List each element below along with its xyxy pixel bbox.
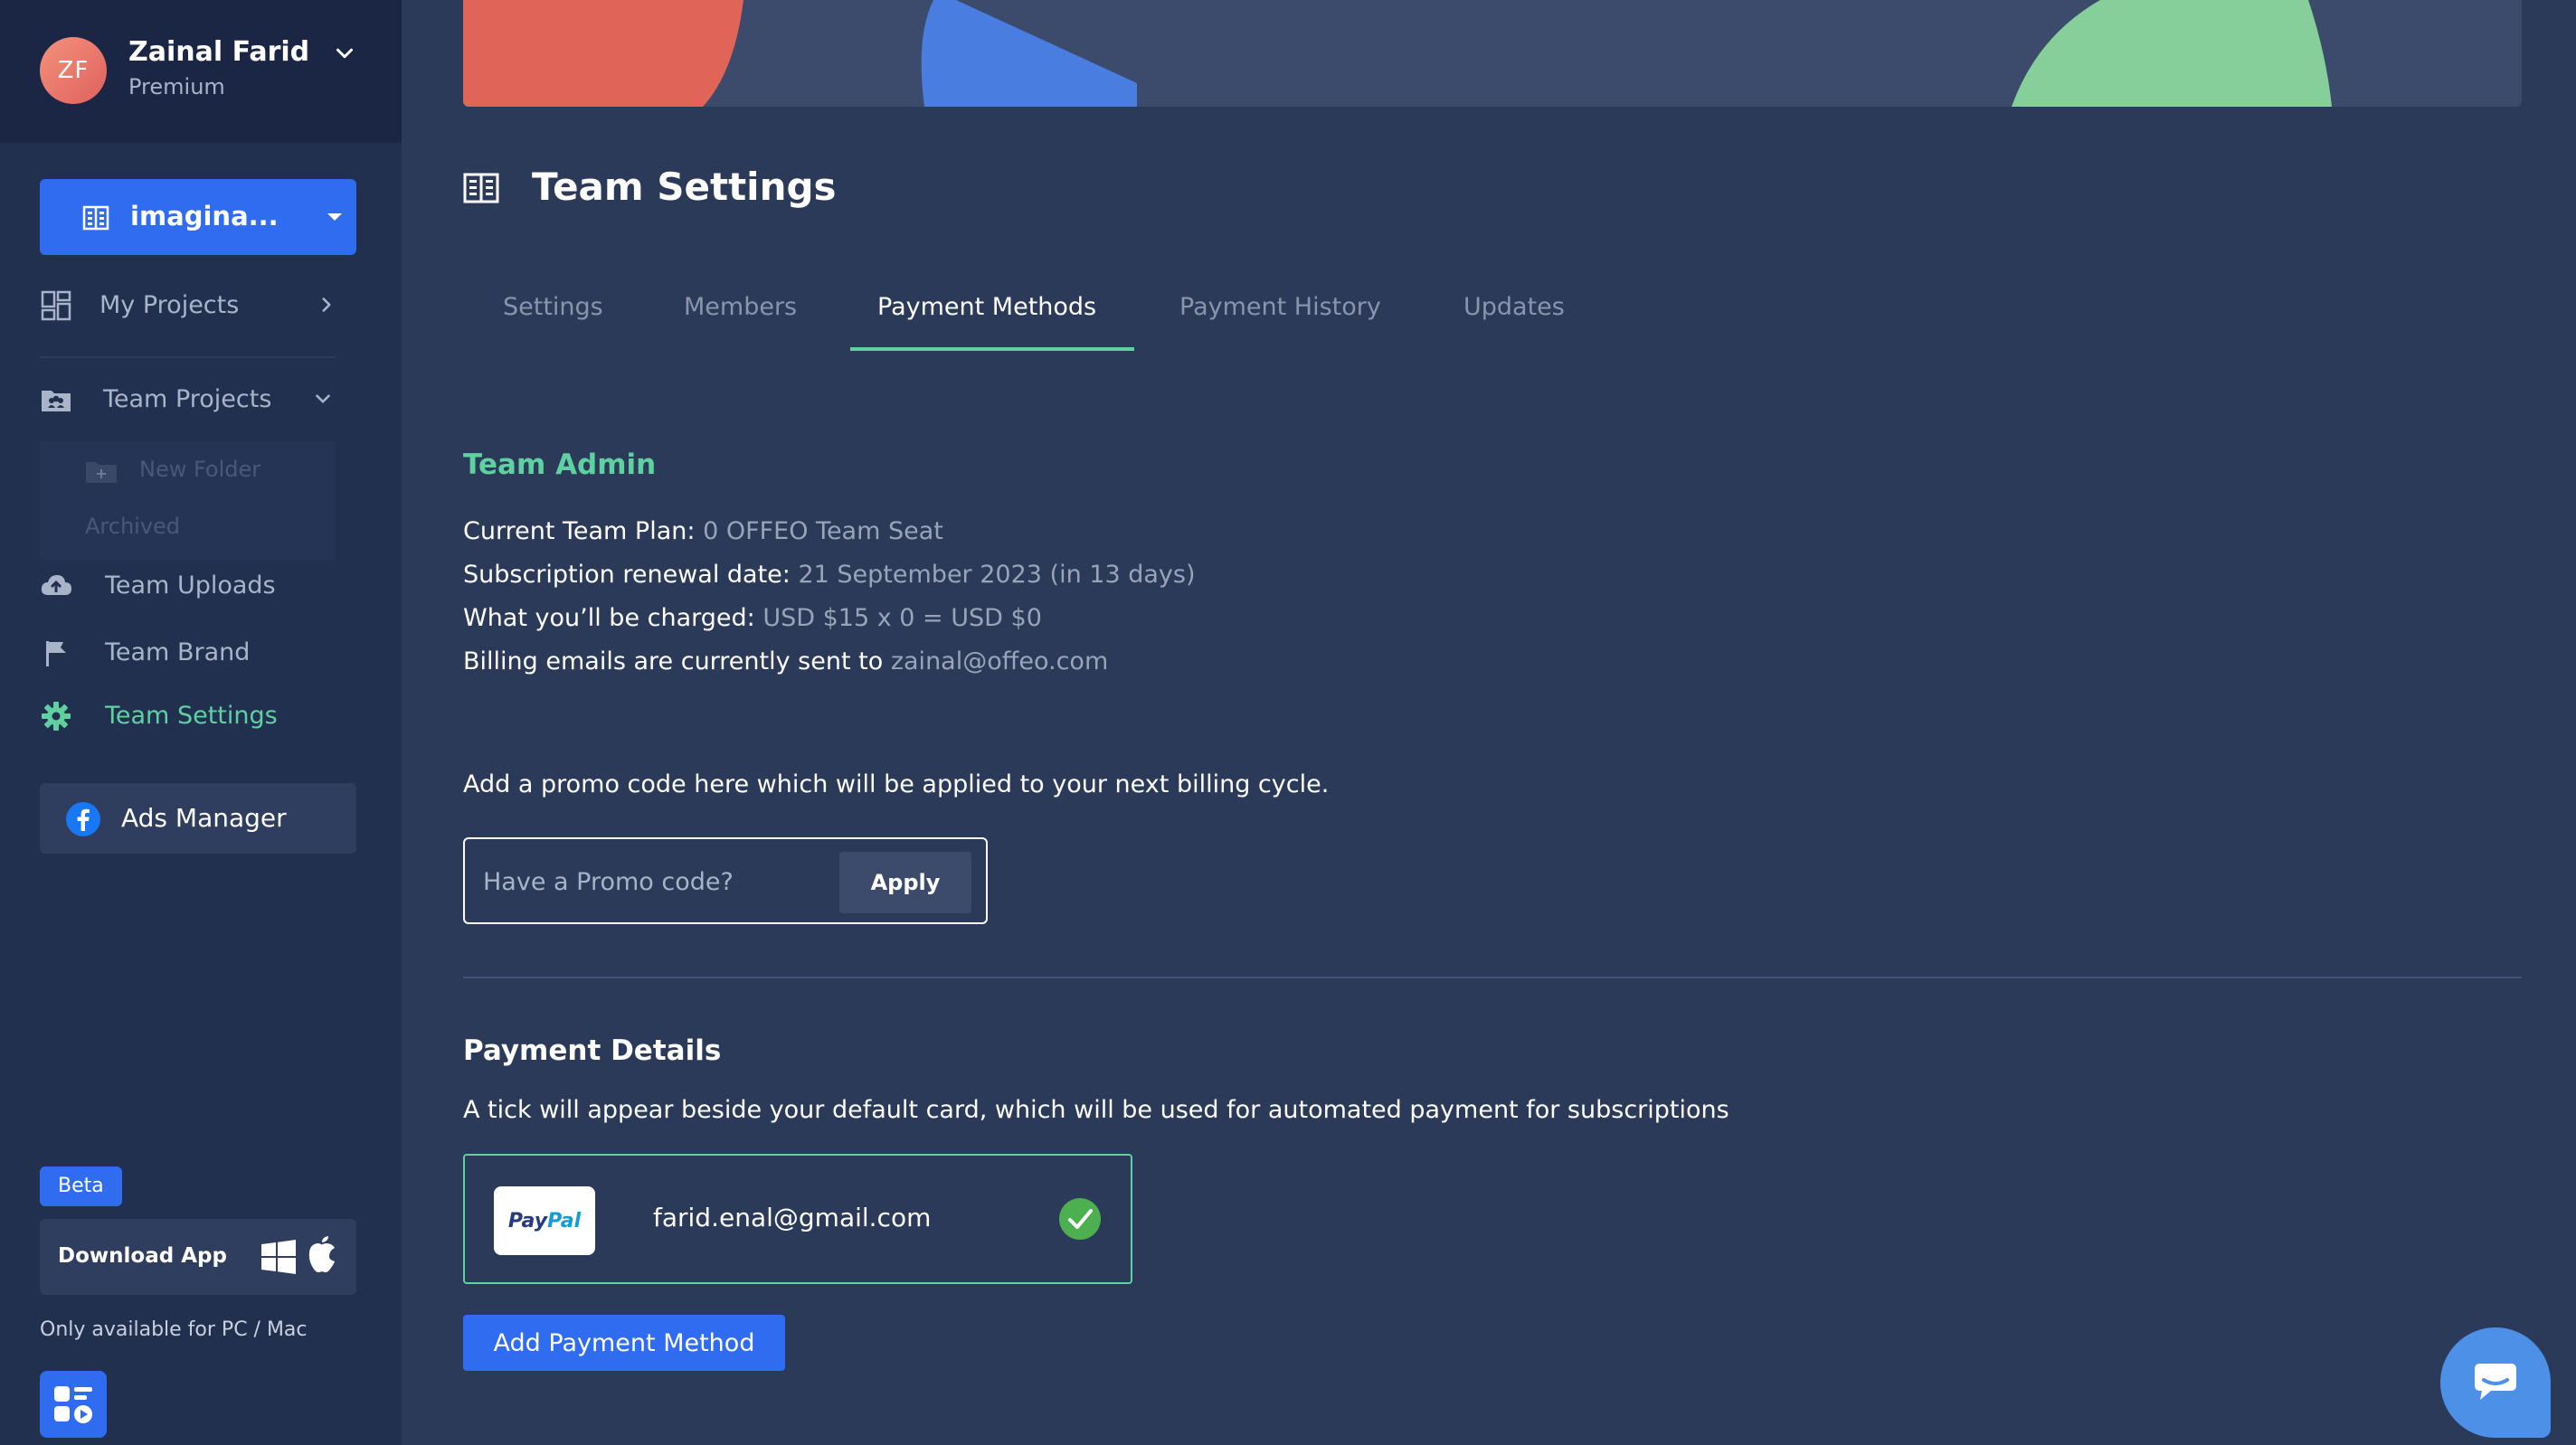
sidebar-item-label: Team Settings bbox=[105, 702, 278, 730]
beta-badge: Beta bbox=[40, 1166, 122, 1206]
default-check-icon bbox=[1059, 1198, 1101, 1240]
renewal-date-label: Subscription renewal date: bbox=[463, 561, 791, 589]
profile-plan: Premium bbox=[128, 74, 225, 99]
sidebar-item-my-projects[interactable]: My Projects bbox=[40, 280, 356, 331]
charge-line: What you’ll be charged: USD $15 x 0 = US… bbox=[463, 604, 1042, 632]
add-payment-method-button[interactable]: Add Payment Method bbox=[463, 1315, 785, 1371]
payment-details-description: A tick will appear beside your default c… bbox=[463, 1096, 1729, 1124]
promo-description: Add a promo code here which will be appl… bbox=[463, 770, 1330, 798]
workspace-selector-button[interactable]: imagina... bbox=[40, 179, 356, 255]
charge-value: USD $15 x 0 = USD $0 bbox=[762, 604, 1042, 632]
apps-button[interactable] bbox=[40, 1371, 107, 1438]
chevron-down-icon[interactable] bbox=[311, 387, 335, 411]
billing-email-line: Billing emails are currently sent to zai… bbox=[463, 647, 1108, 675]
flag-icon bbox=[46, 641, 66, 666]
tab-members[interactable]: Members bbox=[684, 293, 797, 321]
payment-method-card[interactable]: Pay Pal farid.enal@gmail.com bbox=[463, 1154, 1132, 1284]
grid-icon bbox=[41, 290, 71, 321]
payment-method-email: farid.enal@gmail.com bbox=[653, 1203, 932, 1232]
current-plan-value: 0 OFFEO Team Seat bbox=[703, 517, 943, 545]
charge-label: What you’ll be charged: bbox=[463, 604, 755, 632]
sidebar-item-team-projects[interactable]: Team Projects bbox=[40, 374, 356, 425]
tab-payment-methods[interactable]: Payment Methods bbox=[877, 293, 1096, 321]
facebook-icon bbox=[66, 802, 100, 836]
avatar: ZF bbox=[40, 37, 107, 104]
sidebar-item-team-settings[interactable]: Team Settings bbox=[40, 691, 356, 741]
windows-icon bbox=[261, 1240, 296, 1274]
apple-icon bbox=[308, 1236, 335, 1272]
sidebar-item-team-uploads[interactable]: Team Uploads bbox=[40, 561, 356, 611]
active-tab-indicator bbox=[850, 347, 1134, 351]
tab-updates[interactable]: Updates bbox=[1463, 293, 1565, 321]
sidebar-divider bbox=[40, 356, 335, 358]
chevron-right-icon bbox=[322, 298, 331, 312]
banner-decoration bbox=[463, 0, 2332, 107]
paypal-logo: Pay Pal bbox=[494, 1186, 595, 1255]
cloud-upload-icon bbox=[41, 575, 71, 595]
team-admin-heading: Team Admin bbox=[463, 449, 657, 481]
ads-manager-button[interactable]: Ads Manager bbox=[40, 783, 356, 854]
renewal-date-value: 21 September 2023 (in 13 days) bbox=[798, 561, 1196, 589]
sidebar-item-label: My Projects bbox=[99, 291, 240, 319]
chat-icon bbox=[2475, 1364, 2516, 1400]
settings-tabs: Settings Members Payment Methods Payment… bbox=[463, 271, 1639, 353]
billing-email-label: Billing emails are currently sent to bbox=[463, 647, 884, 675]
promo-code-input[interactable] bbox=[483, 857, 809, 906]
chevron-down-icon[interactable] bbox=[331, 40, 358, 67]
renewal-date-line: Subscription renewal date: 21 September … bbox=[463, 561, 1195, 589]
current-plan-line: Current Team Plan: 0 OFFEO Team Seat bbox=[463, 517, 943, 545]
billing-email-value: zainal@offeo.com bbox=[890, 647, 1109, 675]
sidebar-item-team-brand[interactable]: Team Brand bbox=[40, 628, 356, 678]
promo-code-form: Apply bbox=[463, 837, 988, 924]
folder-add-icon bbox=[86, 462, 117, 483]
current-plan-label: Current Team Plan: bbox=[463, 517, 696, 545]
building-icon bbox=[82, 205, 109, 231]
sidebar-item-label: Team Uploads bbox=[105, 571, 276, 600]
profile-name: Zainal Farid bbox=[128, 36, 310, 68]
download-app-label: Download App bbox=[58, 1244, 227, 1268]
sidebar-item-label: Team Brand bbox=[105, 638, 251, 666]
header-banner bbox=[463, 0, 2522, 107]
ads-manager-label: Ads Manager bbox=[121, 803, 287, 833]
platform-note: Only available for PC / Mac bbox=[40, 1318, 308, 1341]
sidebar-item-archived[interactable]: Archived bbox=[85, 514, 180, 539]
building-icon bbox=[463, 173, 499, 203]
page-title: Team Settings bbox=[532, 165, 837, 209]
profile-header[interactable]: ZF Zainal Farid Premium bbox=[0, 0, 402, 143]
new-folder-label: New Folder bbox=[139, 457, 261, 482]
download-app-button[interactable]: Download App bbox=[40, 1219, 356, 1295]
sidebar: ZF Zainal Farid Premium imagina... My Pr… bbox=[0, 0, 402, 1445]
caret-down-icon bbox=[327, 213, 342, 221]
chat-launcher-button[interactable] bbox=[2440, 1327, 2551, 1438]
section-divider bbox=[463, 977, 2522, 978]
payment-details-heading: Payment Details bbox=[463, 1034, 722, 1067]
workspace-label: imagina... bbox=[130, 201, 279, 231]
sidebar-item-label: Team Projects bbox=[103, 385, 272, 413]
apps-icon bbox=[54, 1386, 92, 1423]
gear-icon bbox=[42, 702, 71, 731]
tab-settings[interactable]: Settings bbox=[503, 293, 603, 321]
apply-promo-button[interactable]: Apply bbox=[839, 852, 971, 913]
team-folder-icon bbox=[42, 391, 71, 411]
tab-payment-history[interactable]: Payment History bbox=[1179, 293, 1381, 321]
